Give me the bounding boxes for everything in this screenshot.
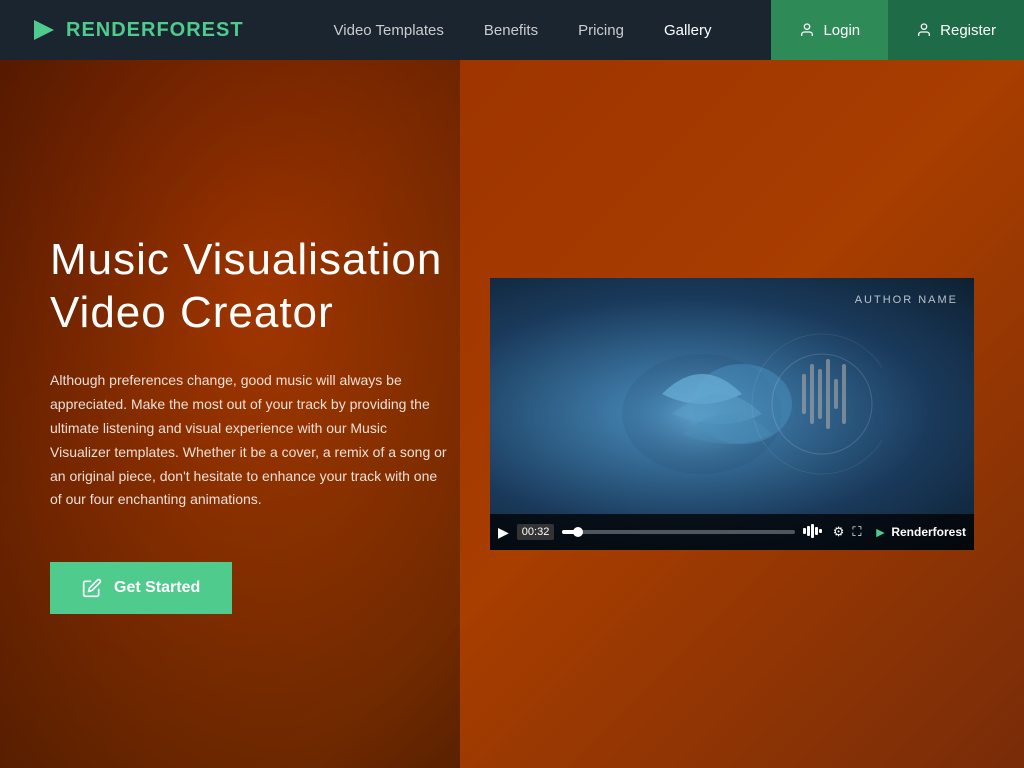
hero-content: Music VisualisationVideo Creator Althoug… — [0, 0, 1024, 768]
rf-brand-label: Renderforest — [891, 525, 966, 539]
logo-link[interactable]: RENDERFOREST — [0, 16, 274, 44]
nav-gallery[interactable]: Gallery — [664, 22, 712, 39]
video-container: AUTHOR NAME ▶ 00:32 — [490, 278, 974, 550]
nav-video-templates[interactable]: Video Templates — [334, 22, 444, 39]
rf-triangle-icon: ► — [873, 524, 887, 540]
play-button[interactable]: ▶ — [498, 524, 509, 541]
hero-section: RENDERFOREST Video Templates Benefits Pr… — [0, 0, 1024, 768]
video-decoration — [490, 278, 974, 550]
settings-icon[interactable]: ⚙ — [833, 524, 845, 540]
edit-icon — [82, 578, 102, 598]
video-inner: AUTHOR NAME — [490, 278, 974, 550]
renderforest-brand: ► Renderforest — [873, 524, 966, 540]
progress-bar[interactable] — [562, 530, 794, 534]
fullscreen-icon[interactable]: ⛶ — [852, 524, 861, 540]
hero-text-block: Music VisualisationVideo Creator Althoug… — [50, 234, 450, 614]
register-label: Register — [940, 22, 996, 39]
video-author-label: AUTHOR NAME — [855, 294, 958, 306]
get-started-button[interactable]: Get Started — [50, 562, 232, 614]
volume-icon — [803, 524, 825, 541]
video-player[interactable]: AUTHOR NAME ▶ 00:32 — [490, 278, 974, 550]
video-controls-bar[interactable]: ▶ 00:32 — [490, 514, 974, 550]
logo-text: RENDERFOREST — [66, 19, 244, 42]
viz-graphic — [582, 314, 882, 514]
login-button[interactable]: Login — [771, 0, 888, 60]
nav-benefits[interactable]: Benefits — [484, 22, 538, 39]
hero-description: Although preferences change, good music … — [50, 369, 450, 512]
cta-label: Get Started — [114, 579, 200, 597]
login-icon — [799, 22, 815, 38]
nav-auth: Login Register — [771, 0, 1024, 60]
hero-title: Music VisualisationVideo Creator — [50, 234, 450, 340]
nav-pricing[interactable]: Pricing — [578, 22, 624, 39]
volume-bars-icon — [803, 524, 825, 538]
navbar: RENDERFOREST Video Templates Benefits Pr… — [0, 0, 1024, 60]
video-timestamp: 00:32 — [517, 524, 555, 540]
register-button[interactable]: Register — [888, 0, 1024, 60]
progress-thumb — [573, 527, 583, 537]
nav-links: Video Templates Benefits Pricing Gallery — [274, 22, 772, 39]
logo-icon — [30, 16, 58, 44]
register-icon — [916, 22, 932, 38]
login-label: Login — [823, 22, 860, 39]
